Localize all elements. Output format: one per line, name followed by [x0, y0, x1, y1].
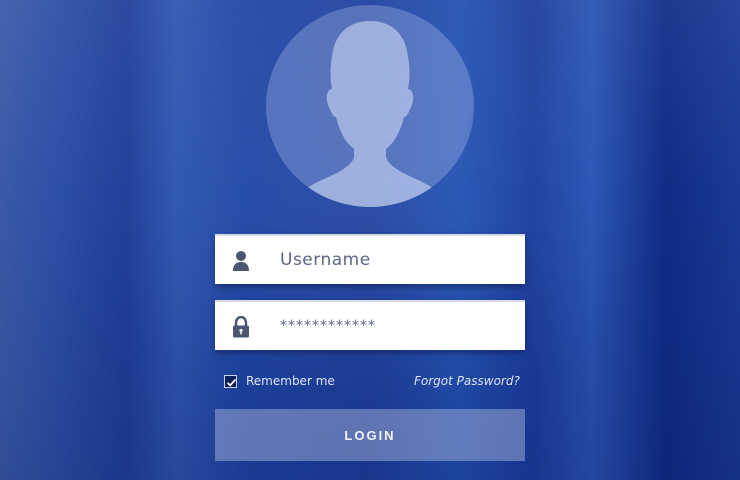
username-field[interactable]: Username [215, 234, 525, 284]
avatar [266, 5, 474, 207]
username-placeholder: Username [280, 250, 371, 270]
login-button[interactable]: LOGIN [215, 409, 525, 461]
remember-me-label: Remember me [246, 374, 335, 388]
forgot-password-link[interactable]: Forgot Password? [414, 372, 520, 390]
check-icon [226, 378, 237, 387]
remember-me-checkbox[interactable] [224, 374, 237, 388]
user-icon [231, 250, 251, 272]
password-value: ************ [280, 318, 376, 334]
password-field[interactable]: ************ [215, 300, 525, 350]
user-silhouette-icon [292, 21, 448, 207]
remember-me[interactable]: Remember me [224, 372, 335, 390]
lock-icon [231, 315, 251, 338]
